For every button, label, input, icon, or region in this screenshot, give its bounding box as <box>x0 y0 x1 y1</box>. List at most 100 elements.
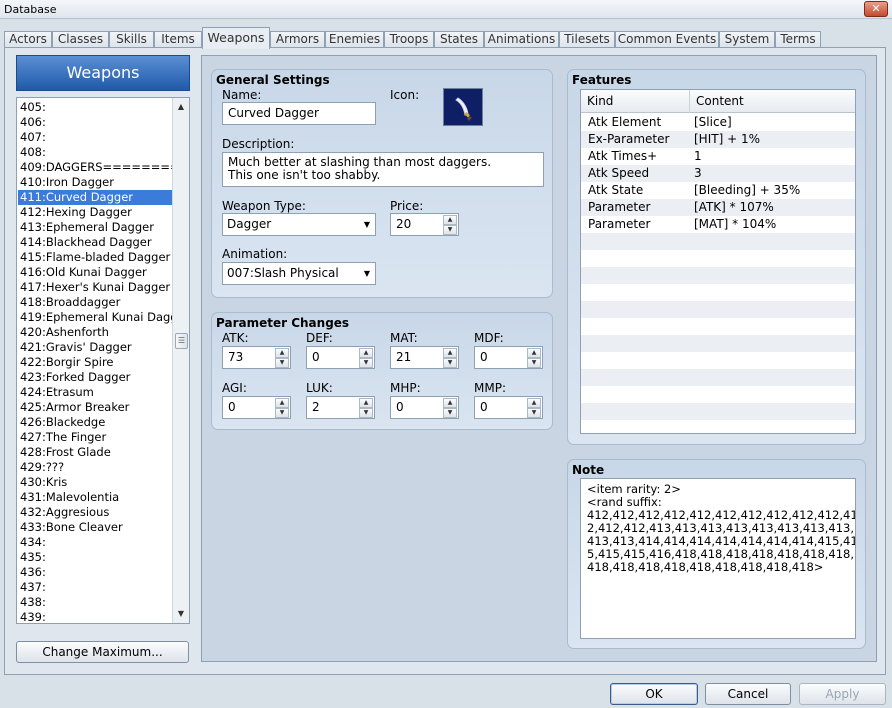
list-item[interactable]: 438: <box>18 595 173 610</box>
table-row[interactable]: Atk Times+ 1 <box>581 148 855 165</box>
spin-up-icon[interactable]: ▲ <box>275 348 289 358</box>
apply-button[interactable]: Apply <box>799 683 886 705</box>
agi-stepper[interactable]: 0 ▲ ▼ <box>222 396 291 419</box>
tab-skills[interactable]: Skills <box>109 31 154 48</box>
spin-up-icon[interactable]: ▲ <box>527 398 541 408</box>
spin-up-icon[interactable]: ▲ <box>275 398 289 408</box>
close-icon[interactable]: ✕ <box>864 1 888 17</box>
list-item[interactable]: 428:Frost Glade <box>18 445 173 460</box>
tab-armors[interactable]: Armors <box>270 31 325 48</box>
spin-up-icon[interactable]: ▲ <box>359 348 373 358</box>
tab-troops[interactable]: Troops <box>384 31 434 48</box>
list-item[interactable]: 425:Armor Breaker <box>18 400 173 415</box>
list-item[interactable]: 434: <box>18 535 173 550</box>
def-stepper[interactable]: 0 ▲ ▼ <box>306 346 375 369</box>
table-row-empty[interactable] <box>581 301 855 318</box>
spin-up-icon[interactable]: ▲ <box>443 215 457 225</box>
mmp-stepper[interactable]: 0 ▲ ▼ <box>474 396 543 419</box>
list-item[interactable]: 421:Gravis' Dagger <box>18 340 173 355</box>
col-kind[interactable]: Kind <box>581 90 690 112</box>
list-item[interactable]: 405: <box>18 100 173 115</box>
list-item[interactable]: 412:Hexing Dagger <box>18 205 173 220</box>
list-item[interactable]: 439: <box>18 610 173 623</box>
list-item[interactable]: 426:Blackedge <box>18 415 173 430</box>
table-row[interactable]: Atk Speed 3 <box>581 165 855 182</box>
table-row[interactable]: Atk State [Bleeding] + 35% <box>581 182 855 199</box>
list-item[interactable]: 418:Broaddagger <box>18 295 173 310</box>
chevron-down-icon[interactable]: ▼ <box>362 214 372 236</box>
table-row-empty[interactable] <box>581 284 855 301</box>
scroll-up-icon[interactable]: ▲ <box>173 99 189 115</box>
list-item[interactable]: 429:??? <box>18 460 173 475</box>
mhp-stepper[interactable]: 0 ▲ ▼ <box>390 396 459 419</box>
note-textarea[interactable]: <item rarity: 2> <rand suffix: 412,412,4… <box>580 478 856 639</box>
list-item[interactable]: 415:Flame-bladed Dagger <box>18 250 173 265</box>
price-stepper[interactable]: 20 ▲ ▼ <box>390 213 459 236</box>
spin-down-icon[interactable]: ▼ <box>275 358 289 368</box>
list-item[interactable]: 436: <box>18 565 173 580</box>
list-item[interactable]: 420:Ashenforth <box>18 325 173 340</box>
list-item[interactable]: 406: <box>18 115 173 130</box>
table-row-empty[interactable] <box>581 369 855 386</box>
tab-system[interactable]: System <box>719 31 775 48</box>
weapon-icon[interactable] <box>443 88 483 126</box>
spin-up-icon[interactable]: ▲ <box>443 398 457 408</box>
list-item[interactable]: 407: <box>18 130 173 145</box>
table-row-empty[interactable] <box>581 267 855 284</box>
luk-stepper[interactable]: 2 ▲ ▼ <box>306 396 375 419</box>
table-row-empty[interactable] <box>581 318 855 335</box>
mdf-stepper[interactable]: 0 ▲ ▼ <box>474 346 543 369</box>
list-item-selected[interactable]: 411:Curved Dagger <box>18 190 173 205</box>
table-row-empty[interactable] <box>581 335 855 352</box>
atk-stepper[interactable]: 73 ▲ ▼ <box>222 346 291 369</box>
weapon-list[interactable]: 405: 406: 407: 408: 409:DAGGERS=========… <box>16 97 190 624</box>
tab-terms[interactable]: Terms <box>775 31 821 48</box>
spin-down-icon[interactable]: ▼ <box>443 358 457 368</box>
list-item[interactable]: 409:DAGGERS========= <box>18 160 173 175</box>
list-scrollbar[interactable]: ▲ ☰ ▼ <box>172 98 189 623</box>
list-item[interactable]: 427:The Finger <box>18 430 173 445</box>
list-item[interactable]: 433:Bone Cleaver <box>18 520 173 535</box>
table-row[interactable]: Parameter [MAT] * 104% <box>581 216 855 233</box>
tab-states[interactable]: States <box>434 31 484 48</box>
list-item[interactable]: 408: <box>18 145 173 160</box>
list-item[interactable]: 424:Etrasum <box>18 385 173 400</box>
tab-enemies[interactable]: Enemies <box>325 31 384 48</box>
table-row-empty[interactable] <box>581 233 855 250</box>
tab-classes[interactable]: Classes <box>52 31 109 48</box>
table-row-empty[interactable] <box>581 420 855 433</box>
table-row[interactable]: Atk Element [Slice] <box>581 114 855 131</box>
spin-down-icon[interactable]: ▼ <box>359 358 373 368</box>
chevron-down-icon[interactable]: ▼ <box>362 263 372 285</box>
mat-stepper[interactable]: 21 ▲ ▼ <box>390 346 459 369</box>
features-table[interactable]: Kind Content Atk Element [Slice] Ex-Param… <box>580 89 856 434</box>
cancel-button[interactable]: Cancel <box>705 683 791 705</box>
change-maximum-button[interactable]: Change Maximum... <box>16 641 189 663</box>
scroll-down-icon[interactable]: ▼ <box>173 606 189 622</box>
spin-down-icon[interactable]: ▼ <box>527 358 541 368</box>
scroll-thumb[interactable]: ☰ <box>175 333 188 349</box>
spin-up-icon[interactable]: ▲ <box>359 398 373 408</box>
list-item[interactable]: 437: <box>18 580 173 595</box>
table-row-empty[interactable] <box>581 403 855 420</box>
table-row-empty[interactable] <box>581 250 855 267</box>
spin-down-icon[interactable]: ▼ <box>527 408 541 418</box>
spin-up-icon[interactable]: ▲ <box>527 348 541 358</box>
tab-actors[interactable]: Actors <box>4 31 52 48</box>
list-item[interactable]: 422:Borgir Spire <box>18 355 173 370</box>
table-row-empty[interactable] <box>581 386 855 403</box>
tab-items[interactable]: Items <box>154 31 202 48</box>
list-item[interactable]: 417:Hexer's Kunai Dagger <box>18 280 173 295</box>
list-item[interactable]: 435: <box>18 550 173 565</box>
table-row[interactable]: Ex-Parameter [HIT] + 1% <box>581 131 855 148</box>
weapon-type-select[interactable]: Dagger ▼ <box>222 213 376 236</box>
tab-animations[interactable]: Animations <box>484 31 559 48</box>
list-item[interactable]: 423:Forked Dagger <box>18 370 173 385</box>
tab-common-events[interactable]: Common Events <box>615 31 719 48</box>
list-item[interactable]: 431:Malevolentia <box>18 490 173 505</box>
spin-down-icon[interactable]: ▼ <box>443 225 457 235</box>
name-input[interactable]: Curved Dagger <box>222 102 376 125</box>
tab-weapons[interactable]: Weapons <box>202 27 270 49</box>
table-row-empty[interactable] <box>581 352 855 369</box>
description-textarea[interactable]: Much better at slashing than most dagger… <box>222 152 544 187</box>
